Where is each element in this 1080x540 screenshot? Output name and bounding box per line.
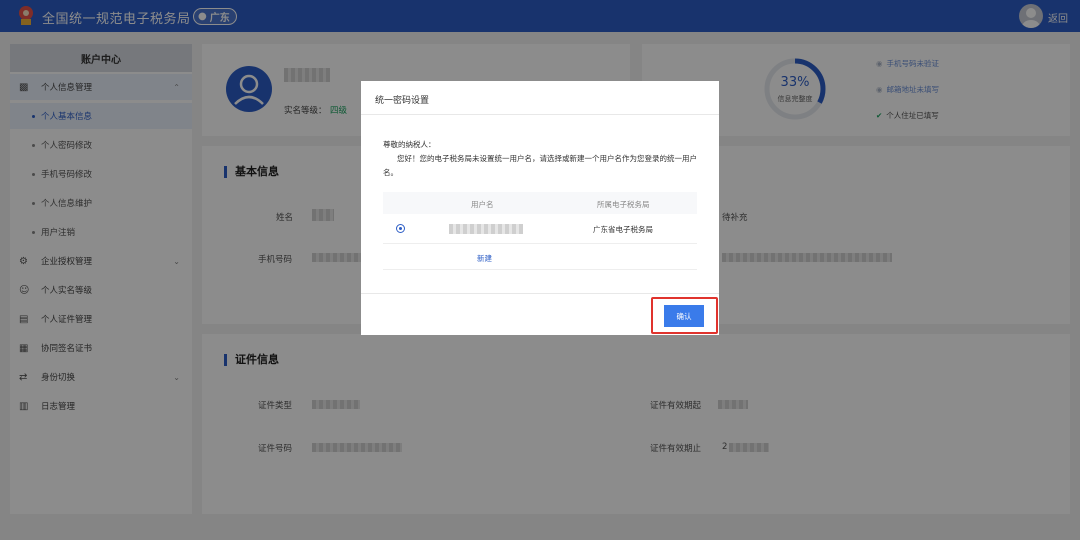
divider	[361, 114, 719, 115]
dialog-message: 您好！您的电子税务局未设置统一用户名，请选择或新建一个用户名作为您登录的统一用户…	[383, 154, 697, 177]
table-header: 用户名 所属电子税务局	[383, 192, 697, 214]
divider	[383, 269, 697, 270]
radio-button[interactable]	[396, 224, 405, 233]
dialog-title: 统一密码设置	[375, 96, 430, 106]
new-username-link[interactable]: 新建	[477, 253, 492, 264]
divider	[361, 293, 719, 294]
column-header-username: 用户名	[471, 200, 494, 209]
column-header-bureau: 所属电子税务局	[597, 200, 650, 209]
dialog-greeting: 尊敬的纳税人：	[383, 140, 436, 149]
unified-password-dialog: 统一密码设置 尊敬的纳税人： 您好！您的电子税务局未设置统一用户名，请选择或新建…	[361, 81, 719, 335]
table-row[interactable]: 广东省电子税务局	[383, 214, 697, 244]
confirm-button[interactable]: 确认	[664, 305, 704, 327]
bureau-cell: 广东省电子税务局	[593, 225, 653, 234]
masked-username	[449, 224, 523, 234]
